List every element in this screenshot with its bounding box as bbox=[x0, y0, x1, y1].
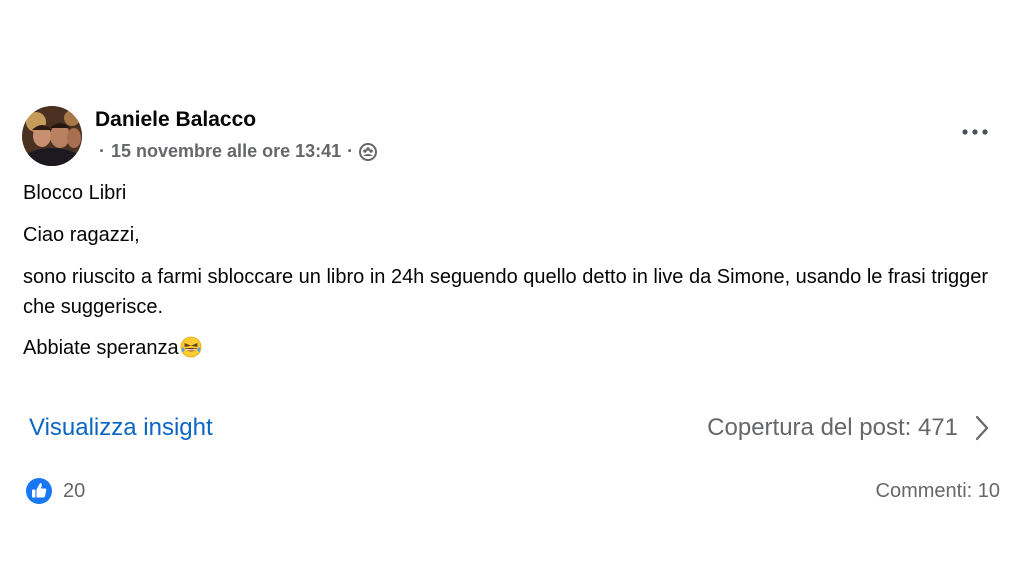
chevron-right-icon bbox=[975, 415, 989, 441]
reactions-summary[interactable]: 20 bbox=[25, 477, 85, 505]
post-paragraph: Abbiate speranza bbox=[23, 337, 179, 359]
more-options-icon bbox=[962, 129, 988, 135]
meta-prefix-dot: · bbox=[99, 141, 105, 161]
author-avatar[interactable] bbox=[22, 106, 82, 166]
post-paragraph-last: Abbiate speranza bbox=[23, 333, 998, 367]
meta-separator-dot: · bbox=[347, 141, 354, 161]
post-paragraph: Ciao ragazzi, bbox=[23, 224, 140, 246]
post-reach-label: Copertura del post: 471 bbox=[707, 414, 958, 441]
post-timestamp[interactable]: 15 novembre alle ore 13:41 bbox=[111, 141, 341, 162]
view-insights-link[interactable]: Visualizza insight bbox=[29, 414, 213, 442]
avatar-photo bbox=[22, 106, 82, 166]
laughing-tears-emoji-icon bbox=[180, 336, 202, 367]
author-name[interactable]: Daniele Balacco bbox=[95, 108, 256, 132]
more-options-button[interactable] bbox=[958, 121, 992, 143]
group-icon[interactable] bbox=[359, 142, 378, 161]
like-reaction-icon bbox=[26, 478, 52, 504]
facebook-post: Daniele Balacco · 15 novembre alle ore 1… bbox=[0, 0, 1024, 576]
post-paragraph: sono riuscito a farmi sbloccare un libro… bbox=[23, 266, 988, 318]
comments-count-link[interactable]: Commenti: 10 bbox=[876, 480, 1001, 503]
post-reach-row[interactable]: Copertura del post: 471 bbox=[707, 414, 990, 442]
post-meta: · 15 novembre alle ore 13:41 · bbox=[99, 141, 378, 162]
like-count: 20 bbox=[63, 479, 86, 502]
post-paragraph: Blocco Libri bbox=[23, 182, 127, 204]
post-body: Blocco Libri Ciao ragazzi, sono riuscito… bbox=[23, 178, 998, 367]
